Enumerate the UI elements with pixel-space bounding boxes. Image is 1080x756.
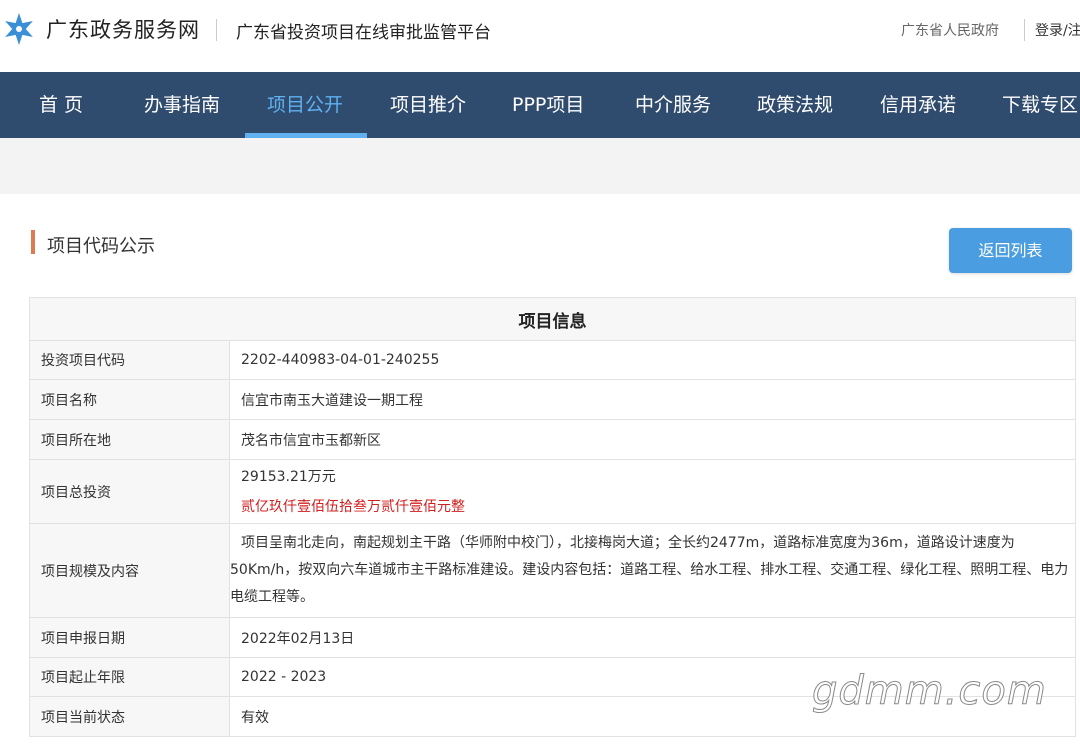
header-divider xyxy=(216,19,217,41)
table-row: 项目申报日期 2022年02月13日 xyxy=(29,617,1076,658)
row-label: 投资项目代码 xyxy=(29,340,230,380)
row-value: 茂名市信宜市玉都新区 xyxy=(229,419,1076,460)
guangdong-gov-logo-icon[interactable] xyxy=(2,12,36,46)
row-label: 项目规模及内容 xyxy=(29,523,230,618)
site-name[interactable]: 广东政务服务网 xyxy=(46,14,200,44)
table-row: 项目总投资 29153.21万元 贰亿玖仟壹佰伍拾叁万贰仟壹佰元整 xyxy=(29,459,1076,524)
gov-link[interactable]: 广东省人民政府 xyxy=(901,20,999,40)
project-scale-text: 项目呈南北走向，南起规划主干路（华师附中校门），北接梅岗大道；全长约2477m，… xyxy=(230,535,1069,605)
top-header: 广东政务服务网 广东省投资项目在线审批监管平台 广东省人民政府 登录/注 xyxy=(0,0,1080,72)
nav-item-project-promotion[interactable]: 项目推介 xyxy=(390,72,466,138)
watermark: gdmm.com xyxy=(812,668,1047,715)
nav-item-download[interactable]: 下载专区 xyxy=(1002,72,1078,138)
table-row: 项目所在地 茂名市信宜市玉都新区 xyxy=(29,419,1076,460)
nav-item-credit[interactable]: 信用承诺 xyxy=(880,72,956,138)
back-to-list-button[interactable]: 返回列表 xyxy=(949,228,1072,273)
active-tab-indicator xyxy=(245,133,367,138)
title-accent-bar xyxy=(31,230,35,254)
main-nav: 首 页 办事指南 项目公开 项目推介 PPP项目 中介服务 政策法规 信用承诺 … xyxy=(0,72,1080,138)
nav-item-ppp[interactable]: PPP项目 xyxy=(512,72,584,138)
nav-item-home[interactable]: 首 页 xyxy=(39,72,83,138)
nav-item-guide[interactable]: 办事指南 xyxy=(144,72,220,138)
total-investment-amount: 29153.21万元 xyxy=(241,468,336,485)
row-label: 项目当前状态 xyxy=(29,696,230,737)
row-value: 2022年02月13日 xyxy=(229,617,1076,658)
row-value: 2202-440983-04-01-240255 xyxy=(229,340,1076,380)
row-label: 项目申报日期 xyxy=(29,617,230,658)
row-label: 项目名称 xyxy=(29,379,230,420)
nav-item-policy[interactable]: 政策法规 xyxy=(757,72,833,138)
table-row: 项目名称 信宜市南玉大道建设一期工程 xyxy=(29,379,1076,420)
nav-item-project-public[interactable]: 项目公开 xyxy=(267,72,343,138)
nav-item-agency[interactable]: 中介服务 xyxy=(635,72,711,138)
row-label: 项目总投资 xyxy=(29,459,230,524)
total-investment-uppercase: 贰亿玖仟壹佰伍拾叁万贰仟壹佰元整 xyxy=(241,498,465,515)
table-row: 项目规模及内容 项目呈南北走向，南起规划主干路（华师附中校门），北接梅岗大道；全… xyxy=(29,523,1076,618)
platform-name[interactable]: 广东省投资项目在线审批监管平台 xyxy=(236,18,491,43)
login-link[interactable]: 登录/注 xyxy=(1035,20,1080,40)
header-divider-right xyxy=(1024,19,1025,41)
row-label: 项目所在地 xyxy=(29,419,230,460)
row-label: 项目起止年限 xyxy=(29,657,230,697)
table-header: 项目信息 xyxy=(29,297,1076,341)
section-title: 项目代码公示 xyxy=(47,236,155,257)
row-value: 信宜市南玉大道建设一期工程 xyxy=(229,379,1076,420)
row-value: 29153.21万元 贰亿玖仟壹佰伍拾叁万贰仟壹佰元整 xyxy=(229,459,1076,524)
table-row: 投资项目代码 2202-440983-04-01-240255 xyxy=(29,340,1076,380)
